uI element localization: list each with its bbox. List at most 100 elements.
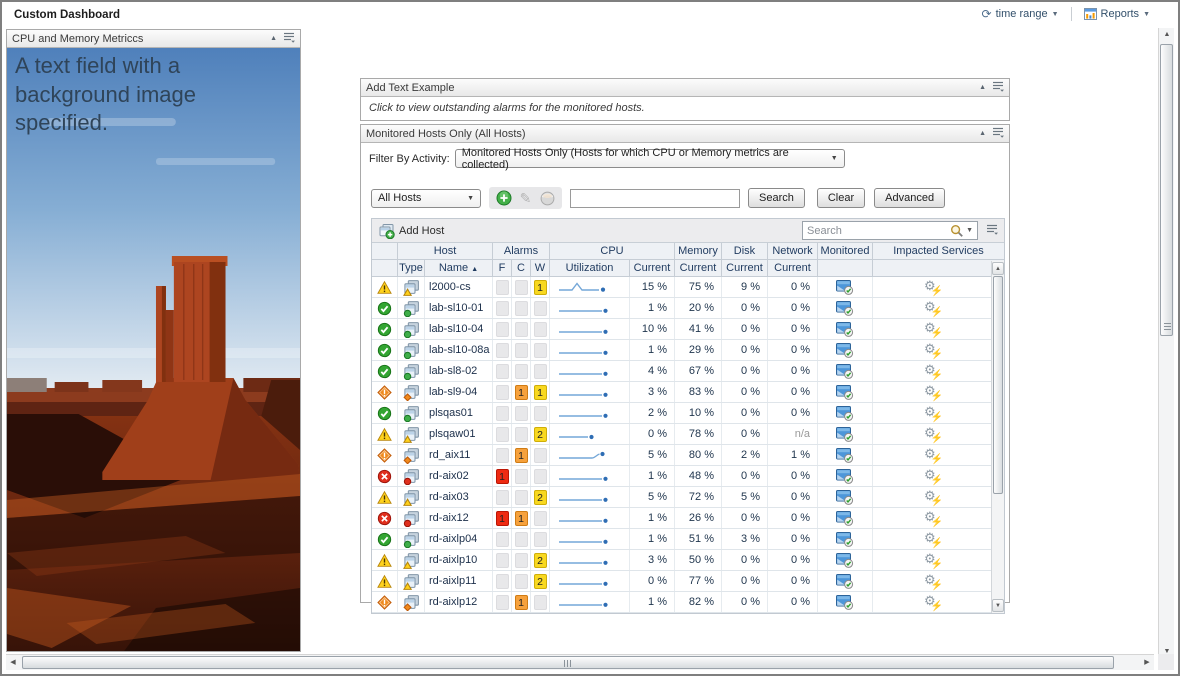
host-name[interactable]: l2000-cs [425, 277, 493, 297]
scroll-right-icon[interactable]: ▶ [1140, 656, 1154, 670]
scrollbar-thumb[interactable] [993, 276, 1003, 494]
critical-alarm-badge[interactable]: 1 [515, 595, 528, 610]
host-name[interactable]: lab-sl10-08a [425, 340, 493, 360]
col-group-impacted-services[interactable]: Impacted Services [873, 243, 1004, 260]
fatal-alarm-badge[interactable]: 1 [496, 469, 509, 484]
vertical-scrollbar[interactable]: ▲ ▼ [1158, 28, 1174, 659]
table-row[interactable]: rd-aixlp1211 %82 %0 %0 %⚙⚡ [372, 592, 993, 613]
collapse-icon[interactable]: ▲ [979, 84, 986, 91]
col-memory-current[interactable]: Current [675, 260, 722, 277]
monitored-icon[interactable] [818, 487, 873, 507]
impacted-services-icon[interactable]: ⚙⚡ [873, 424, 993, 444]
monitored-icon[interactable] [818, 592, 873, 612]
add-host-button[interactable]: Add Host [378, 223, 444, 239]
col-group-network[interactable]: Network [768, 243, 818, 260]
col-warning[interactable]: W [531, 260, 550, 277]
monitored-icon[interactable] [818, 361, 873, 381]
col-critical[interactable]: C [512, 260, 531, 277]
impacted-services-icon[interactable]: ⚙⚡ [873, 571, 993, 591]
monitored-icon[interactable] [818, 298, 873, 318]
impacted-services-icon[interactable]: ⚙⚡ [873, 340, 993, 360]
impacted-services-icon[interactable]: ⚙⚡ [873, 529, 993, 549]
panel-menu-icon[interactable] [992, 79, 1004, 97]
monitored-icon[interactable] [818, 529, 873, 549]
monitored-icon[interactable] [818, 424, 873, 444]
search-icon[interactable] [950, 224, 964, 238]
scroll-down-icon[interactable]: ▼ [992, 599, 1004, 612]
table-row[interactable]: lab-sl10-08a1 %29 %0 %0 %⚙⚡ [372, 340, 993, 361]
host-name[interactable]: lab-sl10-04 [425, 319, 493, 339]
activity-filter-select[interactable]: Monitored Hosts Only (Hosts for which CP… [455, 149, 845, 168]
table-scrollbar[interactable]: ▲ ▼ [991, 261, 1004, 613]
col-type[interactable]: Type [398, 260, 425, 277]
table-search-input[interactable] [807, 225, 950, 237]
scrollbar-thumb[interactable] [1160, 44, 1173, 336]
col-group-disk[interactable]: Disk [722, 243, 768, 260]
host-name[interactable]: rd-aix12 [425, 508, 493, 528]
search-button[interactable]: Search [748, 188, 805, 208]
panel-menu-icon[interactable] [283, 30, 295, 48]
col-group-alarms[interactable]: Alarms [493, 243, 550, 260]
host-scope-select[interactable]: All Hosts ▼ [371, 189, 481, 208]
monitored-icon[interactable] [818, 571, 873, 591]
monitored-icon[interactable] [818, 550, 873, 570]
clear-button[interactable]: Clear [817, 188, 865, 208]
collapse-icon[interactable]: ▲ [270, 35, 277, 42]
edit-list-button[interactable]: ✎ [517, 190, 534, 207]
critical-alarm-badge[interactable]: 1 [515, 511, 528, 526]
table-row[interactable]: plsqas012 %10 %0 %0 %⚙⚡ [372, 403, 993, 424]
chevron-down-icon[interactable]: ▼ [966, 227, 973, 234]
col-fatal[interactable]: F [493, 260, 512, 277]
impacted-services-icon[interactable]: ⚙⚡ [873, 361, 993, 381]
host-name[interactable]: rd-aixlp04 [425, 529, 493, 549]
fatal-alarm-badge[interactable]: 1 [496, 511, 509, 526]
impacted-services-icon[interactable]: ⚙⚡ [873, 277, 993, 297]
col-group-host[interactable]: Host [398, 243, 493, 260]
scroll-up-icon[interactable]: ▲ [1160, 28, 1174, 42]
monitored-icon[interactable] [818, 445, 873, 465]
monitored-icon[interactable] [818, 466, 873, 486]
monitored-icon[interactable] [818, 340, 873, 360]
warning-alarm-badge[interactable]: 2 [534, 574, 547, 589]
warning-alarm-badge[interactable]: 2 [534, 427, 547, 442]
monitored-icon[interactable] [818, 403, 873, 423]
collapse-icon[interactable]: ▲ [979, 130, 986, 137]
host-name[interactable]: lab-sl10-01 [425, 298, 493, 318]
col-disk-current[interactable]: Current [722, 260, 768, 277]
alarms-link-text[interactable]: Click to view outstanding alarms for the… [361, 97, 1009, 120]
host-name[interactable]: plsqaw01 [425, 424, 493, 444]
table-row[interactable]: plsqaw0120 %78 %0 %n/a⚙⚡ [372, 424, 993, 445]
monitored-icon[interactable] [818, 277, 873, 297]
warning-alarm-badge[interactable]: 2 [534, 553, 547, 568]
host-filter-input[interactable] [570, 189, 740, 208]
col-name[interactable]: Name ▲ [425, 260, 493, 277]
impacted-services-icon[interactable]: ⚙⚡ [873, 550, 993, 570]
reports-control[interactable]: Reports ▼ [1084, 8, 1150, 20]
table-menu-icon[interactable] [986, 222, 998, 240]
impacted-services-icon[interactable]: ⚙⚡ [873, 508, 993, 528]
add-list-button[interactable] [495, 190, 512, 207]
monitored-icon[interactable] [818, 382, 873, 402]
col-group-cpu[interactable]: CPU [550, 243, 675, 260]
monitored-icon[interactable] [818, 508, 873, 528]
table-row[interactable]: rd-aix0325 %72 %5 %0 %⚙⚡ [372, 487, 993, 508]
host-name[interactable]: lab-sl9-04 [425, 382, 493, 402]
table-row[interactable]: rd-aixlp1120 %77 %0 %0 %⚙⚡ [372, 571, 993, 592]
impacted-services-icon[interactable]: ⚙⚡ [873, 403, 993, 423]
table-row[interactable]: rd-aix0211 %48 %0 %0 %⚙⚡ [372, 466, 993, 487]
table-row[interactable]: rd-aix12111 %26 %0 %0 %⚙⚡ [372, 508, 993, 529]
host-name[interactable]: rd-aixlp11 [425, 571, 493, 591]
horizontal-scrollbar[interactable]: ◀ ▶ [6, 654, 1154, 670]
critical-alarm-badge[interactable]: 1 [515, 385, 528, 400]
table-row[interactable]: lab-sl9-04113 %83 %0 %0 %⚙⚡ [372, 382, 993, 403]
table-row[interactable]: rd-aixlp041 %51 %3 %0 %⚙⚡ [372, 529, 993, 550]
monitored-icon[interactable] [818, 319, 873, 339]
panel-menu-icon[interactable] [992, 125, 1004, 143]
warning-alarm-badge[interactable]: 1 [534, 385, 547, 400]
scroll-left-icon[interactable]: ◀ [6, 656, 20, 670]
host-name[interactable]: rd-aix02 [425, 466, 493, 486]
host-name[interactable]: lab-sl8-02 [425, 361, 493, 381]
host-name[interactable]: rd-aixlp10 [425, 550, 493, 570]
warning-alarm-badge[interactable]: 2 [534, 490, 547, 505]
impacted-services-icon[interactable]: ⚙⚡ [873, 487, 993, 507]
